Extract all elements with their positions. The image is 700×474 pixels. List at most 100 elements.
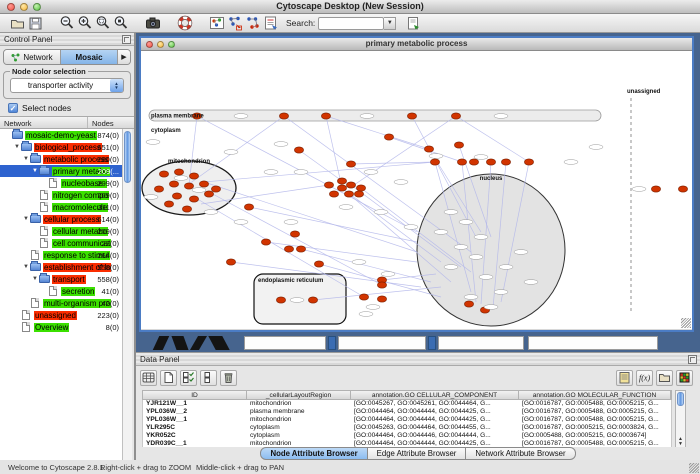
network-window-titlebar[interactable]: primary metabolic process <box>141 38 692 51</box>
tree-item[interactable]: macromolecule311(0) <box>0 201 122 213</box>
network-node[interactable] <box>407 113 416 119</box>
network-node[interactable] <box>501 159 510 165</box>
table-column-header[interactable]: annotation.GO CELLULAR_COMPONENT <box>351 391 519 399</box>
network-node[interactable] <box>164 201 173 207</box>
tree-item[interactable]: Overview8(0) <box>0 321 122 333</box>
table-column-header[interactable]: ID <box>143 391 247 399</box>
table-row[interactable]: YJR121W__1mitochondrion[GO:0045267, GO:0… <box>143 400 671 408</box>
tree-item[interactable]: ▼transport558(0) <box>0 273 122 285</box>
save-session-button[interactable] <box>26 15 44 32</box>
network-node[interactable] <box>294 147 303 153</box>
tree-item[interactable]: mosaic-demo-yeast874(0) <box>0 129 122 141</box>
tab-network[interactable]: Network <box>4 50 61 64</box>
network-node[interactable] <box>384 134 393 140</box>
layout-tool-button-2[interactable] <box>244 15 262 32</box>
select-nodes-checkbox[interactable]: ✓ <box>8 103 18 113</box>
tree-item[interactable]: ▼cellular process614(0) <box>0 213 122 225</box>
scrollbar-thumb[interactable] <box>677 392 684 406</box>
tree-item[interactable]: nitrogen compo209(0) <box>0 189 122 201</box>
data-panel-scrollbar[interactable]: ▲▼ <box>675 390 686 448</box>
table-cell[interactable]: YKR052C <box>143 432 247 440</box>
network-node[interactable] <box>337 185 346 191</box>
network-node[interactable] <box>308 297 317 303</box>
table-cell[interactable]: plasma membrane <box>247 408 351 416</box>
network-node[interactable] <box>430 159 439 165</box>
tab-network-attribute-browser[interactable]: Network Attribute Browser <box>466 447 575 460</box>
network-node[interactable] <box>457 159 466 165</box>
network-node[interactable] <box>211 186 220 192</box>
network-node[interactable] <box>469 159 478 165</box>
network-node[interactable] <box>279 113 288 119</box>
network-node[interactable] <box>346 161 355 167</box>
table-row[interactable]: YLR295Ccytoplasm[GO:0045263, GO:0044464,… <box>143 424 671 432</box>
open-session-button[interactable] <box>8 15 26 32</box>
network-node[interactable] <box>651 186 660 192</box>
search-dropdown-button[interactable]: ▼ <box>384 17 396 30</box>
table-cell[interactable]: [GO:0045263, GO:0044464, GO:0044455, G..… <box>351 424 519 432</box>
app-resize-grip[interactable] <box>689 463 699 473</box>
network-node[interactable] <box>337 178 346 184</box>
table-cell[interactable]: [GO:0044464, GO:0044444, GO:0044425, G..… <box>351 416 519 424</box>
function-builder-button[interactable]: f(x) <box>636 370 653 386</box>
network-node[interactable] <box>321 113 330 119</box>
network-node[interactable] <box>284 246 293 252</box>
create-attribute-button[interactable] <box>160 370 177 386</box>
network-node[interactable] <box>199 181 208 187</box>
network-node[interactable] <box>244 204 253 210</box>
network-node[interactable] <box>359 294 368 300</box>
network-node[interactable] <box>184 183 193 189</box>
snapshot-button[interactable] <box>144 15 162 32</box>
network-node[interactable] <box>169 181 178 187</box>
table-cell[interactable]: cytoplasm <box>247 432 351 440</box>
scrollbar-arrows[interactable]: ▲▼ <box>676 437 685 447</box>
table-column-header[interactable]: _cellularLayoutRegion <box>247 391 351 399</box>
tree-item[interactable]: secretion41(0) <box>0 285 122 297</box>
control-panel-scrollbar[interactable] <box>122 129 132 460</box>
table-cell[interactable]: cytoplasm <box>247 424 351 432</box>
import-attributes-button[interactable] <box>656 370 673 386</box>
network-node[interactable] <box>159 171 168 177</box>
tree-item[interactable]: ▼metabolic process280(0) <box>0 153 122 165</box>
float-panel-icon[interactable] <box>688 355 697 364</box>
network-node[interactable] <box>261 239 270 245</box>
layout-tool-button-1[interactable] <box>226 15 244 32</box>
network-node[interactable] <box>451 113 460 119</box>
zoom-out-button[interactable] <box>58 15 76 32</box>
table-cell[interactable]: [GO:0044464, GO:0044444, GO:0044425, G..… <box>351 408 519 416</box>
birdseye-view-button[interactable] <box>208 15 226 32</box>
expand-arrow-icon[interactable]: ▼ <box>22 216 30 222</box>
network-node[interactable] <box>678 186 687 192</box>
unselect-all-attributes-button[interactable] <box>200 370 217 386</box>
network-node[interactable] <box>296 246 305 252</box>
node-color-select[interactable]: transporter activity ▲▼ <box>10 78 124 93</box>
network-node[interactable] <box>276 297 285 303</box>
network-node[interactable] <box>154 186 163 192</box>
float-panel-icon[interactable] <box>122 35 131 44</box>
tree-item[interactable]: nucleobase-209(0) <box>0 177 122 189</box>
network-node[interactable] <box>329 191 338 197</box>
table-cell[interactable]: [GO:0005488, GO:0005215, GO:0003674] <box>519 432 671 440</box>
network-node[interactable] <box>172 193 181 199</box>
table-cell[interactable]: YPL036W__2 <box>143 408 247 416</box>
expand-arrow-icon[interactable]: ▼ <box>22 156 30 162</box>
zoom-fit-button[interactable] <box>94 15 112 32</box>
network-node[interactable] <box>174 169 183 175</box>
heatmap-button[interactable] <box>676 370 693 386</box>
network-node[interactable] <box>424 146 433 152</box>
annotation-tool-button[interactable] <box>262 15 280 32</box>
tree-item[interactable]: ▼primary metabo209(... <box>0 165 122 177</box>
select-nodes-checkbox-row[interactable]: ✓ Select nodes <box>8 103 71 113</box>
table-cell[interactable]: YJR121W__1 <box>143 400 247 408</box>
tree-column-network[interactable]: Network <box>0 117 88 128</box>
network-canvas[interactable]: plasma membranecytoplasmmitochondrionnuc… <box>141 52 692 329</box>
tree-item[interactable]: cellular metabo209(0) <box>0 225 122 237</box>
network-node[interactable] <box>346 182 355 188</box>
help-button[interactable] <box>176 15 194 32</box>
select-all-attributes-button[interactable] <box>180 370 197 386</box>
network-node[interactable] <box>454 142 463 148</box>
network-node[interactable] <box>290 231 299 237</box>
attribute-list-button[interactable] <box>616 370 633 386</box>
tree-item[interactable]: multi-organism pro42(0) <box>0 297 122 309</box>
network-node[interactable] <box>486 159 495 165</box>
table-cell[interactable]: [GO:0016787, GO:0005488, GO:0005215, G..… <box>519 408 671 416</box>
